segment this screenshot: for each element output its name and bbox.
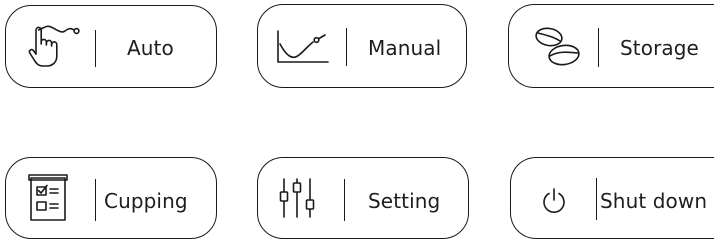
curve-graph-icon [277,29,329,63]
setting-label: Setting [368,189,441,213]
cupping-label: Cupping [104,189,188,213]
divider [95,30,96,67]
cupping-button[interactable]: Cupping [5,157,217,239]
coffee-beans-icon [534,25,584,69]
divider [95,179,96,221]
auto-label: Auto [127,36,174,60]
divider [346,28,347,66]
setting-button[interactable]: Setting [257,157,469,239]
touch-gesture-icon [24,22,84,70]
manual-label: Manual [368,36,442,60]
manual-button[interactable]: Manual [257,4,467,88]
divider [598,28,599,67]
main-menu: Auto Manual Storage Cupping Setting Shut… [0,0,714,241]
divider [596,178,597,220]
storage-button[interactable]: Storage [508,4,714,88]
divider [344,179,345,221]
power-icon [541,188,567,214]
storage-label: Storage [620,36,699,60]
shutdown-button[interactable]: Shut down [510,157,714,239]
auto-button[interactable]: Auto [5,5,217,88]
sliders-icon [277,175,323,221]
shutdown-label: Shut down [600,189,708,213]
checklist-icon [28,174,68,224]
